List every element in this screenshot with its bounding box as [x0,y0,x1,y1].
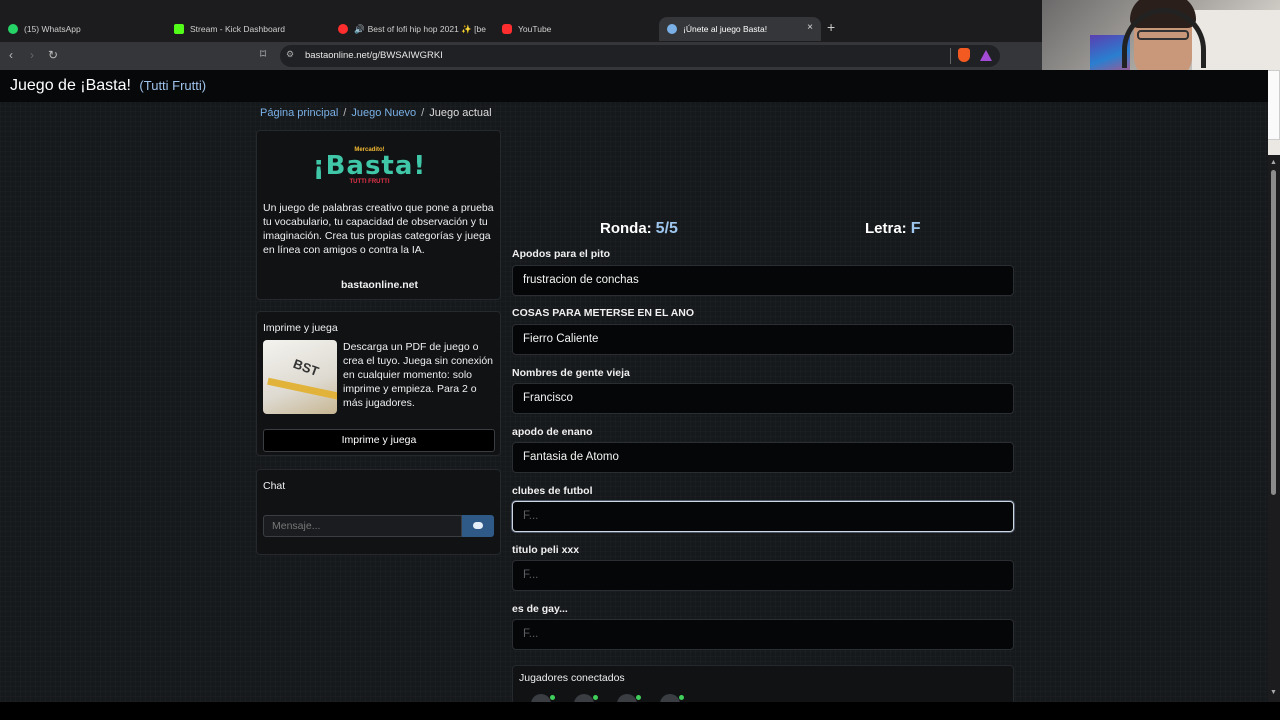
print-and-play-button[interactable]: Imprime y juega [263,429,495,452]
bottom-bar [0,702,1280,720]
site-icon [667,24,677,34]
reload-icon[interactable]: ↻ [48,48,58,62]
category-label: es de gay... [512,603,568,615]
category-label: Nombres de gente vieja [512,367,630,379]
category-input[interactable]: F... [512,619,1014,650]
tab-youtube[interactable]: YouTube [502,17,652,41]
category-label: apodo de enano [512,426,593,438]
logo-main-text: ¡Basta! [312,151,427,181]
chat-input[interactable]: Mensaje... [263,515,462,537]
letter-indicator: Letra: F [865,220,920,238]
letter-label: Letra: [865,220,907,237]
tab-lofi[interactable]: 🔊 Best of lofi hip hop 2021 ✨ [bea [338,17,486,41]
site-header: Juego de ¡Basta! (Tutti Frutti) [0,70,1268,102]
site-subtitle: (Tutti Frutti) [139,78,207,93]
category-label: titulo peli xxx [512,544,580,556]
category-input[interactable]: F... [512,560,1014,591]
breadcrumb-new-game[interactable]: Juego Nuevo [351,107,416,119]
round-label: Ronda: [600,220,652,237]
brave-shield-icon[interactable] [958,48,970,62]
intro-card: Mercadito! ¡Basta! TUTTI FRUTTI Un juego… [256,130,501,300]
page-scrollbar[interactable]: ▲ ▼ [1268,155,1280,702]
breadcrumb-home[interactable]: Página principal [260,107,338,119]
print-card: Imprime y juega BST Descarga un PDF de j… [256,311,501,456]
category-input[interactable]: Francisco [512,383,1014,414]
screen: { "browser": { "tabs": [ {"label": "(15)… [0,0,1280,720]
category-input[interactable]: Fierro Caliente [512,324,1014,355]
scrollbar-thumb[interactable] [1271,170,1276,495]
category-label: COSAS PARA METERSE EN EL ANO [512,307,695,319]
online-indicator [550,695,555,700]
round-value: 5/5 [655,220,678,237]
address-bar: ‹ › ↻ ⌑ ⚙ bastaonline.net/g/BWSAIWGRKI [0,42,1042,70]
chat-bubble-icon [473,522,483,529]
thumbnail-pencil [267,377,337,402]
tab-basta[interactable]: ¡Únete al juego Basta! × [659,17,821,41]
online-indicator [636,695,641,700]
site-info-icon[interactable]: ⚙ [286,49,294,60]
tab-label: Best of lofi hip hop 2021 ✨ [bea [367,23,486,34]
online-indicator [593,695,598,700]
url-text: bastaonline.net/g/BWSAIWGRKI [305,50,443,61]
youtube-icon [338,24,348,34]
category-input[interactable]: frustracion de conchas [512,265,1014,296]
bookmark-icon[interactable]: ⌑ [260,47,266,61]
page: Juego de ¡Basta! (Tutti Frutti) Página p… [0,70,1268,706]
tab-kick[interactable]: Stream - Kick Dashboard [174,17,334,41]
scroll-up-icon[interactable]: ▲ [1270,159,1277,166]
intro-domain: bastaonline.net [340,279,418,291]
intro-description: Un juego de palabras creativo que pone a… [263,202,494,256]
kick-icon [174,24,184,34]
chat-card: Chat Mensaje... [256,469,501,555]
tab-label: (15) WhatsApp [24,24,81,34]
divider [950,48,951,64]
category-label: Apodos para el pito [512,248,611,260]
breadcrumb-separator: / [343,107,347,119]
tab-label: Stream - Kick Dashboard [190,24,285,34]
breadcrumb-separator: / [421,107,425,119]
new-tab-button[interactable]: + [827,19,835,35]
chat-title: Chat [263,480,286,492]
category-label: clubes de futbol [512,485,593,497]
print-card-description: Descarga un PDF de juego o crea el tuyo.… [343,341,494,409]
close-tab-icon[interactable]: × [807,22,813,33]
print-thumbnail: BST [263,340,337,414]
tab-label: ¡Únete al juego Basta! [683,24,768,34]
print-card-title: Imprime y juega [263,322,338,334]
brave-rewards-icon[interactable] [980,50,992,61]
whatsapp-icon [8,24,18,34]
back-icon[interactable]: ‹ [9,48,13,62]
url-field[interactable]: ⚙ bastaonline.net/g/BWSAIWGRKI [280,45,1000,67]
category-input[interactable]: Fantasia de Atomo [512,442,1014,473]
basta-logo: Mercadito! ¡Basta! TUTTI FRUTTI [312,147,427,187]
youtube-icon [502,24,512,34]
send-message-button[interactable] [462,515,494,537]
tab-whatsapp[interactable]: (15) WhatsApp [8,17,168,41]
thumbnail-lettering: BST [291,356,321,379]
category-input[interactable]: F... [512,501,1014,532]
letter-value: F [910,220,921,237]
online-indicator [679,695,684,700]
tab-label: YouTube [518,24,552,34]
scroll-down-icon[interactable]: ▼ [1270,689,1277,696]
breadcrumb-current: Juego actual [429,107,492,119]
forward-icon[interactable]: › [30,48,34,62]
speaker-icon: 🔊 [354,23,365,34]
site-title[interactable]: Juego de ¡Basta! (Tutti Frutti) [10,77,206,95]
round-indicator: Ronda: 5/5 [600,220,678,238]
site-title-text: Juego de ¡Basta! [10,77,131,94]
connected-players-card: Jugadores conectados [512,665,1014,706]
connected-players-title: Jugadores conectados [519,672,625,684]
breadcrumb: Página principal / Juego Nuevo / Juego actua… [260,107,492,119]
